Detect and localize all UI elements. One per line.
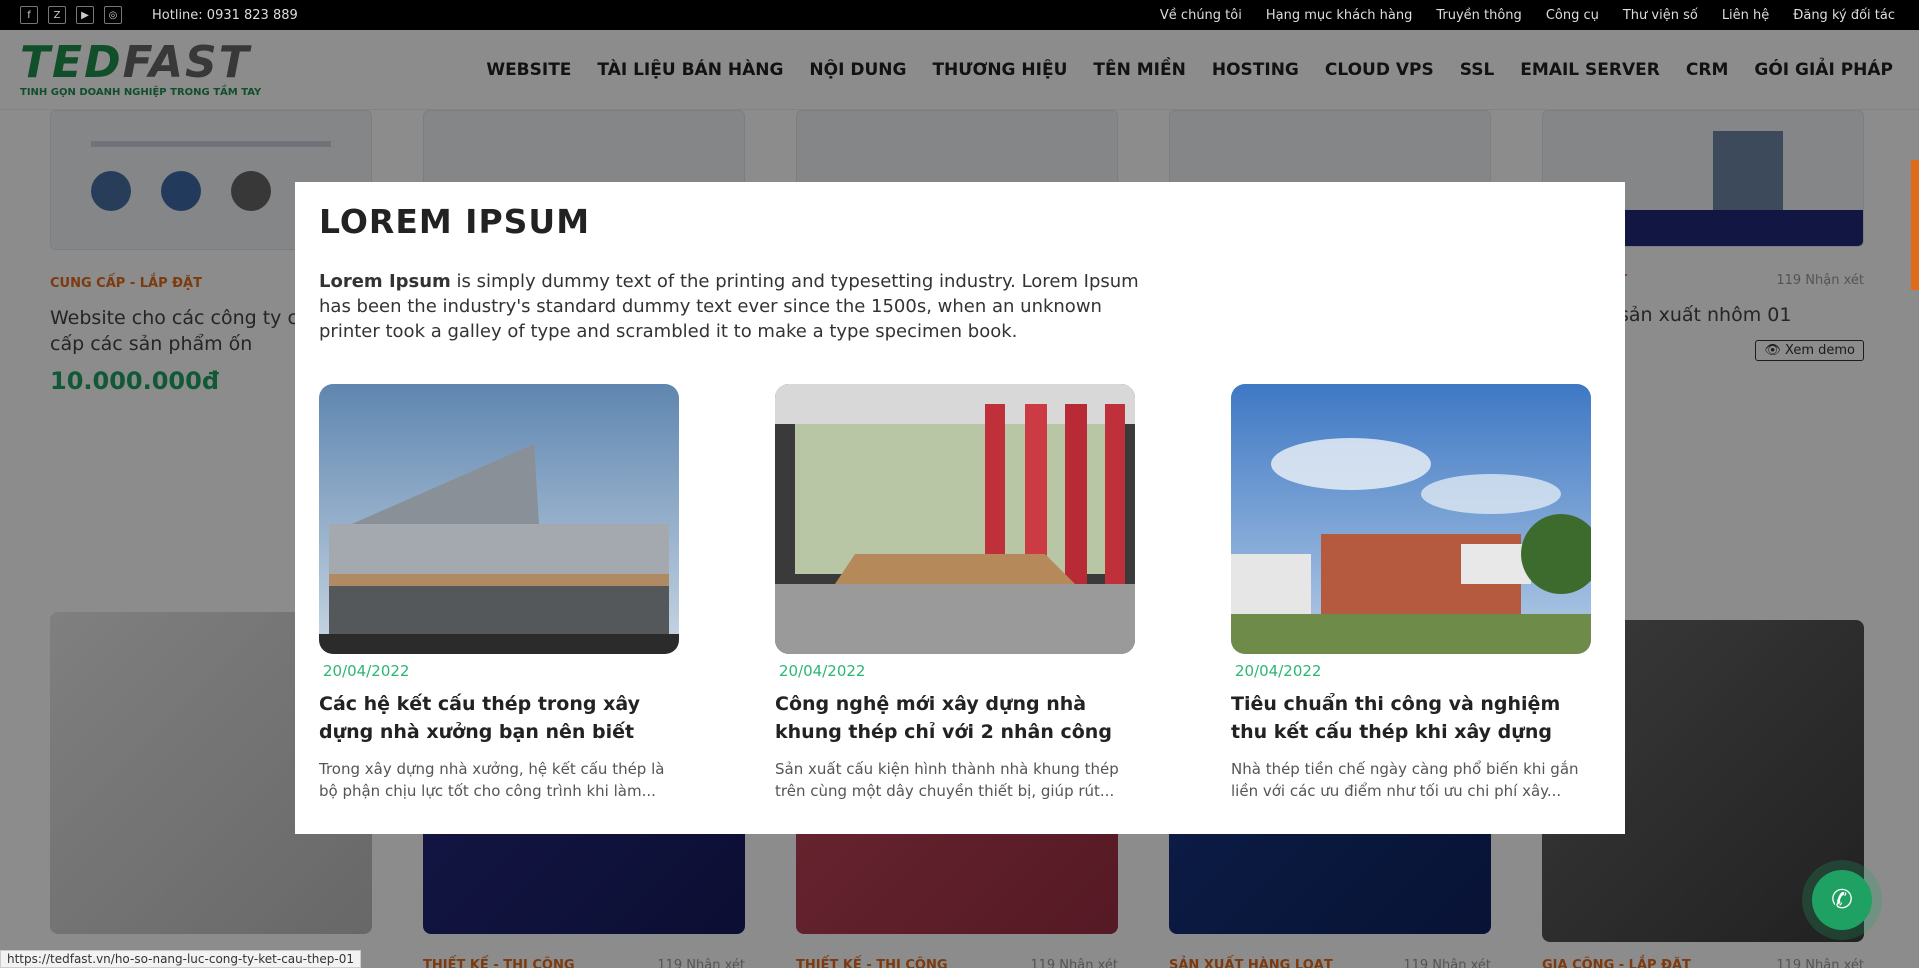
top-link-library[interactable]: Thư viện số <box>1623 8 1698 23</box>
social-links: f Z ▶ ◎ <box>20 6 122 24</box>
post-title[interactable]: Công nghệ mới xây dựng nhà khung thép ch… <box>775 690 1135 746</box>
post-image[interactable] <box>775 384 1135 654</box>
nav-ssl[interactable]: SSL <box>1460 60 1495 80</box>
nav-email-server[interactable]: EMAIL SERVER <box>1520 60 1660 80</box>
post-card[interactable]: 20/04/2022 Các hệ kết cấu thép trong xây… <box>319 384 679 802</box>
top-links: Về chúng tôi Hạng mục khách hàng Truyền … <box>1160 8 1895 23</box>
post-list: 20/04/2022 Các hệ kết cấu thép trong xây… <box>319 384 1601 802</box>
top-bar: f Z ▶ ◎ Hotline: 0931 823 889 Về chúng t… <box>0 0 1919 30</box>
logo-ted: TED <box>20 37 123 88</box>
top-link-media[interactable]: Truyền thông <box>1436 8 1521 23</box>
post-excerpt: Trong xây dựng nhà xưởng, hệ kết cấu thé… <box>319 760 665 800</box>
logo-fast: FAST <box>122 37 251 88</box>
instagram-icon[interactable]: ◎ <box>104 6 122 24</box>
post-image[interactable] <box>1231 384 1591 654</box>
post-image[interactable] <box>319 384 679 654</box>
post-title[interactable]: Tiêu chuẩn thi công và nghiệm thu kết cấ… <box>1231 690 1591 746</box>
nav-hosting[interactable]: HOSTING <box>1212 60 1299 80</box>
nav-content[interactable]: NỘI DUNG <box>809 60 906 80</box>
hotline[interactable]: Hotline: 0931 823 889 <box>152 8 298 23</box>
logo-tagline: TINH GỌN DOANH NGHIỆP TRONG TẦM TAY <box>20 87 262 98</box>
nav-domain[interactable]: TÊN MIỀN <box>1093 60 1185 80</box>
post-date: 20/04/2022 <box>1235 662 1322 680</box>
nav-crm[interactable]: CRM <box>1686 60 1728 80</box>
zalo-icon[interactable]: Z <box>48 6 66 24</box>
post-title[interactable]: Các hệ kết cấu thép trong xây dựng nhà x… <box>319 690 679 746</box>
post-card[interactable]: 20/04/2022 Công nghệ mới xây dựng nhà kh… <box>775 384 1135 802</box>
facebook-icon[interactable]: f <box>20 6 38 24</box>
top-link-tools[interactable]: Công cụ <box>1546 8 1599 23</box>
top-link-clients[interactable]: Hạng mục khách hàng <box>1266 8 1413 23</box>
nav-solutions[interactable]: GÓI GIẢI PHÁP <box>1754 60 1893 80</box>
modal-description-bold: Lorem Ipsum <box>319 271 451 292</box>
modal-description: Lorem Ipsum is simply dummy text of the … <box>319 269 1159 344</box>
post-date: 20/04/2022 <box>323 662 410 680</box>
nav-website[interactable]: WEBSITE <box>486 60 571 80</box>
top-link-contact[interactable]: Liên hệ <box>1722 8 1769 23</box>
main-header: TEDFAST TINH GỌN DOANH NGHIỆP TRONG TẦM … <box>0 30 1919 110</box>
status-url: https://tedfast.vn/ho-so-nang-luc-cong-t… <box>0 950 361 968</box>
top-link-about[interactable]: Về chúng tôi <box>1160 8 1242 23</box>
post-excerpt: Sản xuất cấu kiện hình thành nhà khung t… <box>775 760 1119 800</box>
post-card[interactable]: 20/04/2022 Tiêu chuẩn thi công và nghiệm… <box>1231 384 1591 802</box>
scroll-indicator[interactable] <box>1911 160 1919 290</box>
main-nav: WEBSITE TÀI LIỆU BÁN HÀNG NỘI DUNG THƯƠN… <box>486 60 1893 80</box>
youtube-icon[interactable]: ▶ <box>76 6 94 24</box>
nav-brand[interactable]: THƯƠNG HIỆU <box>932 60 1067 80</box>
top-link-partner[interactable]: Đăng ký đối tác <box>1793 8 1895 23</box>
logo[interactable]: TEDFAST TINH GỌN DOANH NGHIỆP TRONG TẦM … <box>20 41 290 99</box>
phone-icon: ✆ <box>1831 885 1853 915</box>
post-date: 20/04/2022 <box>779 662 866 680</box>
phone-call-button[interactable]: ✆ <box>1812 870 1872 930</box>
news-modal: LOREM IPSUM Lorem Ipsum is simply dummy … <box>295 182 1625 834</box>
modal-title: LOREM IPSUM <box>319 202 591 241</box>
nav-cloud-vps[interactable]: CLOUD VPS <box>1325 60 1434 80</box>
nav-sales-docs[interactable]: TÀI LIỆU BÁN HÀNG <box>597 60 783 80</box>
post-excerpt: Nhà thép tiền chế ngày càng phổ biến khi… <box>1231 760 1579 800</box>
